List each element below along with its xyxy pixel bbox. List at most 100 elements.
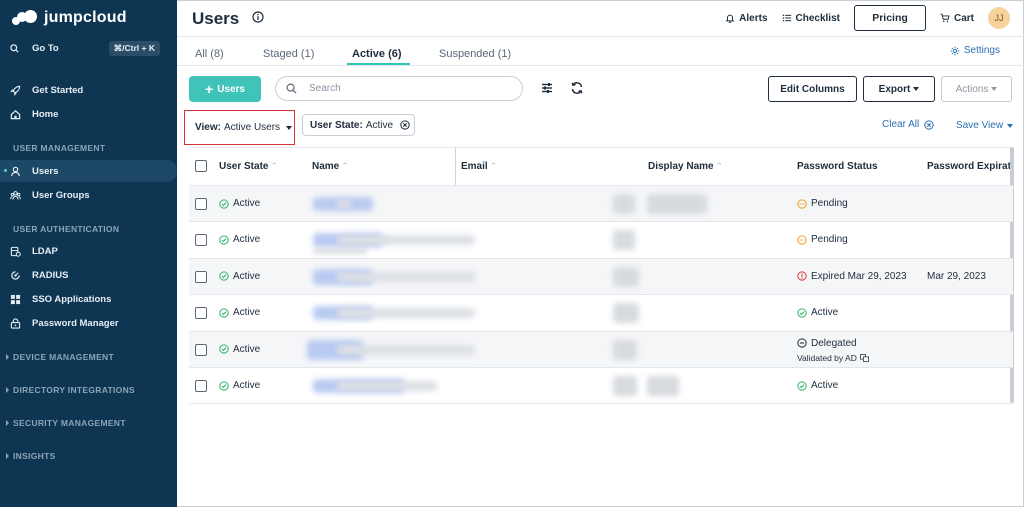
column-header-password-expiration[interactable]: Password Expiratio xyxy=(927,161,1013,172)
section-user-authentication[interactable]: USER AUTHENTICATION xyxy=(13,224,119,234)
tabs-divider xyxy=(177,65,1024,66)
section-user-management[interactable]: USER MANAGEMENT xyxy=(13,143,105,153)
column-header-name[interactable]: Name ⌃ xyxy=(312,161,349,172)
clear-all-link[interactable]: Clear All xyxy=(882,119,934,130)
sidebar-item-users[interactable]: Users xyxy=(10,162,58,180)
actions-button[interactable]: Actions xyxy=(941,76,1012,102)
table-row[interactable]: Active Expired Mar 29, 2023 Mar 29, 2023 xyxy=(189,257,1013,294)
sidebar-item-label: Users xyxy=(32,165,59,177)
email-redacted xyxy=(337,381,437,391)
add-users-button[interactable]: + Users xyxy=(189,76,261,102)
table-row[interactable]: Active Active xyxy=(189,367,1013,403)
tab-all[interactable]: All (8) xyxy=(195,48,224,60)
sidebar-item-sso-applications[interactable]: SSO Applications xyxy=(10,290,111,308)
plus-icon: + xyxy=(205,81,214,97)
checklist-button[interactable]: Checklist xyxy=(782,13,840,24)
settings-link[interactable]: Settings xyxy=(950,45,1000,56)
sort-arrow-icon: ⌃ xyxy=(715,161,724,171)
view-selector[interactable]: View: Active Users xyxy=(184,110,295,145)
export-button[interactable]: Export xyxy=(863,76,935,102)
display-name-redacted xyxy=(613,303,639,324)
rocket-icon xyxy=(10,85,21,96)
display-name-redacted xyxy=(613,230,635,251)
select-all-checkbox[interactable] xyxy=(195,160,207,172)
alerts-button[interactable]: Alerts xyxy=(725,13,768,24)
logo[interactable]: jumpcloud xyxy=(12,9,127,27)
bell-icon xyxy=(725,14,735,23)
section-device-management[interactable]: DEVICE MANAGEMENT xyxy=(6,352,114,362)
goto-search[interactable]: Go To ⌘/Ctrl + K xyxy=(10,40,160,56)
tab-staged[interactable]: Staged (1) xyxy=(263,48,314,60)
sidebar-item-password-manager[interactable]: Password Manager xyxy=(10,314,119,332)
sidebar: jumpcloud Go To ⌘/Ctrl + K Get Started H… xyxy=(0,0,177,507)
view-value: Active Users xyxy=(223,122,281,133)
pending-icon xyxy=(797,235,807,245)
column-header-display-name[interactable]: Display Name ⌃ xyxy=(648,161,723,172)
table-row[interactable]: Active Pending xyxy=(189,185,1013,221)
sidebar-item-label: RADIUS xyxy=(32,269,69,281)
alert-icon xyxy=(797,271,807,281)
sort-arrow-icon: ⌃ xyxy=(270,161,279,171)
info-icon[interactable] xyxy=(252,11,264,23)
check-circle-icon xyxy=(219,344,229,354)
table-top-border xyxy=(189,147,1013,148)
table-row[interactable]: Active Pending xyxy=(189,221,1013,257)
sidebar-item-ldap[interactable]: LDAP xyxy=(10,242,58,260)
tab-active[interactable]: Active (6) xyxy=(352,48,402,60)
cart-icon xyxy=(940,13,950,23)
remove-filter-icon[interactable] xyxy=(400,120,410,130)
table-row[interactable]: Active Delegated Validated by AD xyxy=(189,330,1013,367)
goto-label: Go To xyxy=(32,42,59,54)
cart-button[interactable]: Cart xyxy=(940,13,974,24)
gear-icon xyxy=(950,46,960,55)
column-header-email[interactable]: Email ⌃ xyxy=(461,161,497,172)
row-checkbox[interactable] xyxy=(195,380,207,392)
apps-grid-icon xyxy=(10,294,21,304)
search-box[interactable] xyxy=(275,76,523,101)
email-redacted xyxy=(337,344,475,355)
user-state-cell: Active xyxy=(219,198,260,209)
sidebar-item-radius[interactable]: RADIUS xyxy=(10,266,68,284)
row-checkbox[interactable] xyxy=(195,343,207,356)
pending-icon xyxy=(797,198,807,209)
chevron-right-icon xyxy=(6,354,9,360)
email-redacted xyxy=(337,199,351,209)
column-resize-handle[interactable] xyxy=(455,147,456,185)
filter-sliders-icon[interactable] xyxy=(540,81,554,95)
filter-chip-user-state[interactable]: User State: Active xyxy=(302,114,415,136)
row-checkbox[interactable] xyxy=(195,234,207,247)
section-security-management[interactable]: SECURITY MANAGEMENT xyxy=(6,418,126,428)
check-circle-icon xyxy=(219,198,229,209)
search-input[interactable] xyxy=(309,83,509,94)
view-label: View: xyxy=(195,122,221,133)
home-icon xyxy=(10,109,21,119)
sort-arrow-icon: ⌃ xyxy=(489,161,498,171)
section-directory-integrations[interactable]: DIRECTORY INTEGRATIONS xyxy=(6,385,135,395)
sidebar-item-home[interactable]: Home xyxy=(10,105,58,123)
tab-suspended[interactable]: Suspended (1) xyxy=(439,48,511,60)
sidebar-item-get-started[interactable]: Get Started xyxy=(10,81,83,99)
sidebar-item-user-groups[interactable]: User Groups xyxy=(10,186,90,204)
column-header-password-status[interactable]: Password Status xyxy=(797,161,878,172)
chip-value: Active xyxy=(365,119,394,131)
row-checkbox[interactable] xyxy=(195,307,207,320)
refresh-icon[interactable] xyxy=(570,81,584,95)
checklist-icon xyxy=(782,14,791,22)
row-checkbox[interactable] xyxy=(195,270,207,283)
email-redacted xyxy=(337,271,475,282)
sidebar-item-label: Password Manager xyxy=(32,317,119,329)
header-divider xyxy=(177,36,1024,37)
row-checkbox[interactable] xyxy=(195,198,207,210)
table-row[interactable]: Active Active xyxy=(189,294,1013,330)
save-view-dropdown[interactable]: Save View xyxy=(956,120,1014,131)
password-status-cell: Pending xyxy=(797,234,848,245)
sidebar-item-label: SSO Applications xyxy=(32,293,112,305)
radius-icon xyxy=(11,270,20,280)
avatar[interactable]: JJ xyxy=(988,7,1010,29)
pricing-button[interactable]: Pricing xyxy=(853,5,926,31)
password-status-cell: Active xyxy=(797,307,838,318)
section-insights[interactable]: INSIGHTS xyxy=(6,451,56,461)
user-state-cell: Active xyxy=(219,307,260,318)
column-header-user-state[interactable]: User State ⌃ xyxy=(219,161,278,172)
edit-columns-button[interactable]: Edit Columns xyxy=(768,76,857,102)
